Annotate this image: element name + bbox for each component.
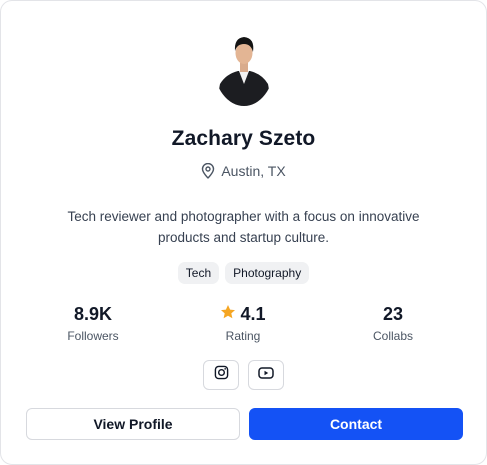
instagram-button[interactable] [203, 360, 239, 390]
collabs-value: 23 [382, 304, 404, 324]
stat-collabs: 23 Collabs [333, 303, 453, 343]
profile-name: Zachary Szeto [171, 127, 316, 150]
profile-card: Zachary Szeto Austin, TX Tech reviewer a… [0, 0, 487, 465]
tag-photography: Photography [225, 262, 310, 284]
contact-button[interactable]: Contact [249, 408, 463, 440]
view-profile-button[interactable]: View Profile [26, 408, 240, 440]
followers-value: 8.9K [73, 304, 113, 324]
tag-tech: Tech [177, 262, 220, 284]
collabs-label: Collabs [372, 329, 414, 343]
rating-label: Rating [225, 329, 261, 343]
instagram-icon [214, 365, 229, 385]
bio: Tech reviewer and photographer with a fo… [67, 209, 420, 245]
tag-list: Tech Photography [1, 262, 486, 284]
location: Austin, TX [1, 163, 486, 179]
youtube-icon [258, 366, 274, 385]
action-buttons: View Profile Contact [26, 408, 463, 440]
map-pin-icon [201, 163, 215, 179]
stats-row: 8.9K Followers 4.1 Rating 23 Collabs [1, 303, 486, 345]
followers-label: Followers [67, 329, 119, 343]
avatar-photo [214, 26, 274, 106]
location-text: Austin, TX [221, 163, 286, 179]
avatar [214, 26, 274, 106]
social-links [1, 360, 486, 390]
rating-value: 4.1 [240, 304, 266, 324]
stat-followers: 8.9K Followers [33, 303, 153, 343]
star-icon [220, 303, 236, 325]
stat-rating: 4.1 Rating [183, 303, 303, 343]
youtube-button[interactable] [248, 360, 284, 390]
